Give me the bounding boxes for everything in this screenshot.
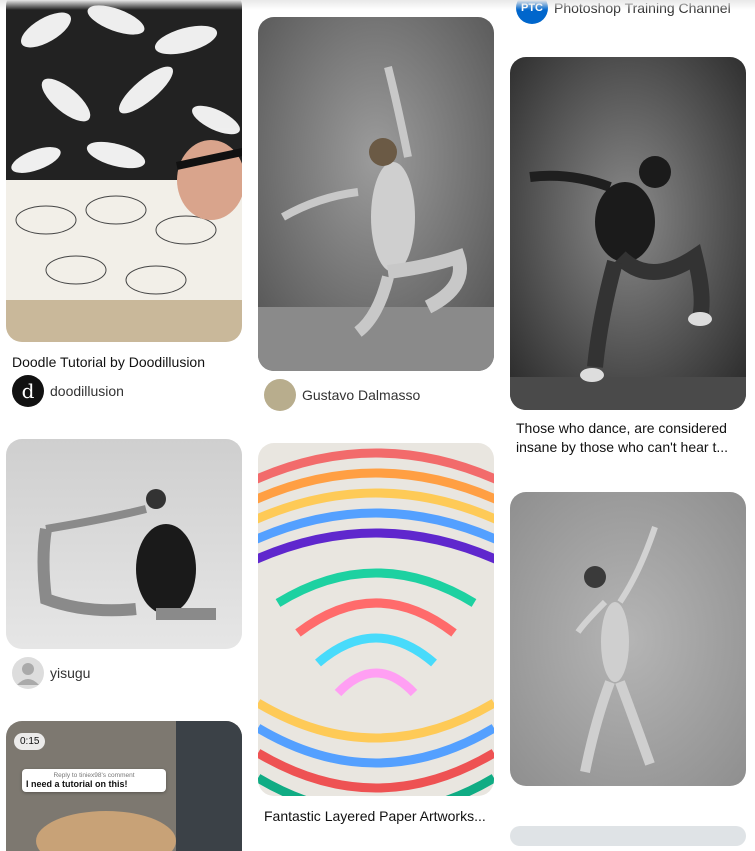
pin-ballerina[interactable] [510,492,746,788]
comment-text: I need a tutorial on this! [26,779,128,789]
pin-title[interactable]: Doodle Tutorial by Doodillusion [12,353,238,372]
pin-image[interactable] [510,492,746,786]
pin-image[interactable] [510,826,746,846]
pin-image[interactable] [6,439,242,649]
pin-dancer-yoga[interactable]: yisugu [6,439,242,689]
pin-author[interactable]: d doodillusion [12,375,124,407]
author-name[interactable]: doodillusion [50,383,124,399]
video-duration-badge: 0:15 [14,733,46,750]
pin-image[interactable] [510,57,746,410]
author-name[interactable]: yisugu [50,665,90,681]
pin-video[interactable]: 0:15 Reply to tiniex98's comment I need … [6,721,242,851]
pin-dancer-jump[interactable]: Those who dance, are considered insane b… [510,57,746,462]
comment-bubble: Reply to tiniex98's comment I need a tut… [22,769,166,792]
pin-layered-paper[interactable]: Fantastic Layered Paper Artworks... [258,443,494,833]
pin-doodle-tutorial[interactable]: Doodle Tutorial by Doodillusion d doodil… [6,0,242,410]
pin-dancer-crouch[interactable]: Gustavo Dalmasso [258,17,494,412]
header-shadow [0,0,755,10]
avatar-placeholder[interactable] [12,657,44,689]
avatar-letter: d [21,379,35,403]
pin-author[interactable]: yisugu [12,657,90,689]
pin-next[interactable] [510,826,746,846]
avatar[interactable] [264,379,296,411]
author-name[interactable]: Gustavo Dalmasso [302,387,420,403]
pin-title[interactable]: Those who dance, are considered insane b… [516,419,742,457]
pin-author[interactable]: Gustavo Dalmasso [264,379,420,411]
avatar[interactable]: d [12,375,44,407]
pin-image[interactable] [258,17,494,371]
pin-image[interactable] [6,0,242,342]
pin-title[interactable]: Fantastic Layered Paper Artworks... [264,807,490,826]
reply-to-text: Reply to tiniex98's comment [53,772,135,779]
pin-image[interactable] [258,443,494,796]
